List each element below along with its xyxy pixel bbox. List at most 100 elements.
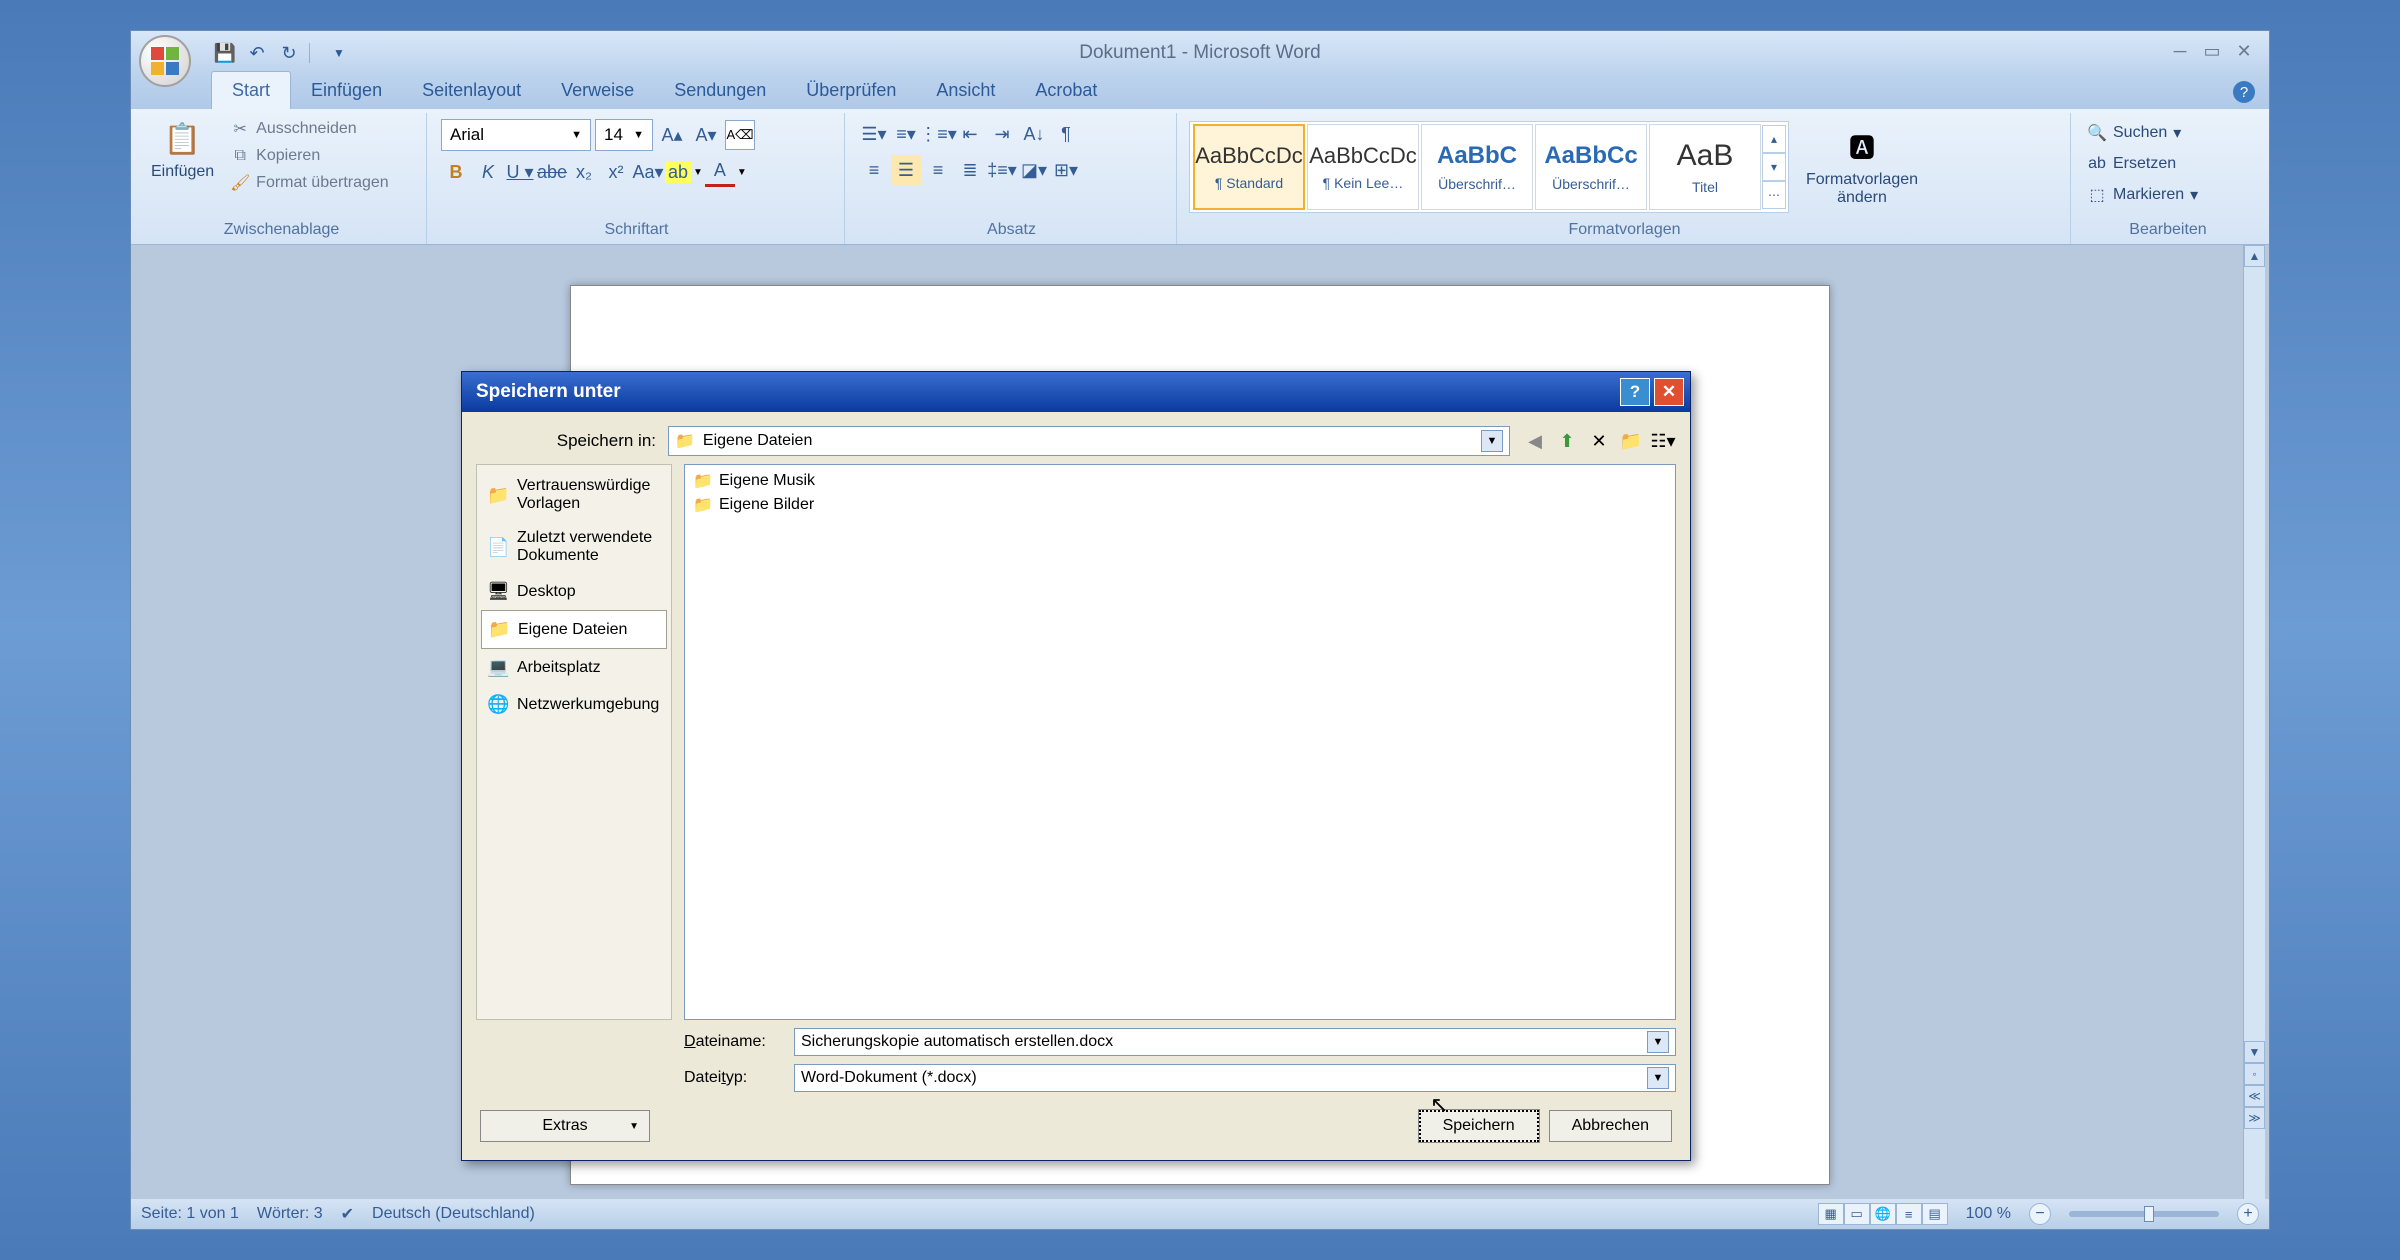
select-button[interactable]: ⬚Markieren ▾ [2083,183,2202,207]
style-scroll[interactable]: ▴▾⋯ [1762,125,1786,209]
bullet-list-button[interactable]: ☰▾ [859,119,889,149]
place-recent[interactable]: 📄Zuletzt verwendete Dokumente [481,521,667,573]
style-heading1[interactable]: AaBbCÜberschrif… [1421,124,1533,210]
clear-format-icon[interactable]: A⌫ [725,120,755,150]
proofing-icon[interactable]: ✔ [341,1204,354,1224]
browse-object-icon[interactable]: ◦ [2244,1063,2265,1085]
location-combo[interactable]: 📁 Eigene Dateien ▼ [668,426,1510,456]
show-marks-button[interactable]: ¶ [1051,119,1081,149]
justify-button[interactable]: ≣ [955,155,985,185]
dialog-close-button[interactable]: ✕ [1654,378,1684,406]
style-standard[interactable]: AaBbCcDc¶ Standard [1193,124,1305,210]
italic-button[interactable]: K [473,157,503,187]
view-draft[interactable]: ▤ [1922,1203,1948,1225]
sort-button[interactable]: A↓ [1019,119,1049,149]
place-my-documents[interactable]: 📁Eigene Dateien [481,610,667,649]
grow-font-icon[interactable]: A▴ [657,120,687,150]
copy-button[interactable]: ⧉Kopieren [226,145,393,167]
close-button[interactable]: ✕ [2231,41,2257,61]
style-no-spacing[interactable]: AaBbCcDc¶ Kein Lee… [1307,124,1419,210]
style-title[interactable]: AaBTitel [1649,124,1761,210]
strike-button[interactable]: abe [537,157,567,187]
views-icon[interactable]: ☷▾ [1650,428,1676,454]
office-button[interactable] [139,35,191,87]
tab-acrobat[interactable]: Acrobat [1015,72,1117,109]
zoom-level[interactable]: 100 % [1966,1205,2011,1223]
style-gallery[interactable]: AaBbCcDc¶ Standard AaBbCcDc¶ Kein Lee… A… [1189,121,1789,213]
view-print-layout[interactable]: ▦ [1818,1203,1844,1225]
place-trusted-templates[interactable]: 📁Vertrauenswürdige Vorlagen [481,469,667,521]
chevron-down-icon[interactable]: ▼ [1647,1067,1669,1089]
replace-button[interactable]: abErsetzen [2083,153,2202,175]
format-painter-button[interactable]: 🖌Format übertragen [226,171,393,195]
chevron-down-icon[interactable]: ▼ [1481,430,1503,452]
font-color-button[interactable]: A [705,157,735,187]
decrease-indent-button[interactable]: ⇤ [955,119,985,149]
align-right-button[interactable]: ≡ [923,155,953,185]
qat-customize-icon[interactable]: ▼ [325,41,353,65]
line-spacing-button[interactable]: ‡≡▾ [987,155,1017,185]
help-icon[interactable]: ? [2233,81,2255,103]
list-item[interactable]: 📁Eigene Musik [689,469,1671,493]
tab-review[interactable]: Überprüfen [786,72,916,109]
change-styles-button[interactable]: 🅰 Formatvorlagen ändern [1797,123,1927,211]
delete-icon[interactable]: ✕ [1586,428,1612,454]
status-language[interactable]: Deutsch (Deutschland) [372,1205,535,1223]
list-item[interactable]: 📁Eigene Bilder [689,493,1671,517]
cut-button[interactable]: ✂Ausschneiden [226,117,393,141]
redo-icon[interactable]: ↻ [275,41,303,65]
tab-page-layout[interactable]: Seitenlayout [402,72,541,109]
tab-view[interactable]: Ansicht [916,72,1015,109]
cancel-button[interactable]: Abbrechen [1549,1110,1672,1142]
filename-input[interactable]: Sicherungskopie automatisch erstellen.do… [794,1028,1676,1056]
status-page[interactable]: Seite: 1 von 1 [141,1205,239,1223]
dialog-help-button[interactable]: ? [1620,378,1650,406]
find-button[interactable]: 🔍Suchen ▾ [2083,121,2202,145]
font-size-combo[interactable]: 14▼ [595,119,653,151]
shading-button[interactable]: ◪▾ [1019,155,1049,185]
align-center-button[interactable]: ☰ [891,155,921,185]
number-list-button[interactable]: ≡▾ [891,119,921,149]
view-outline[interactable]: ≡ [1896,1203,1922,1225]
change-case-button[interactable]: Aa▾ [633,157,663,187]
tab-start[interactable]: Start [211,71,291,109]
align-left-button[interactable]: ≡ [859,155,889,185]
undo-icon[interactable]: ↶ [243,41,271,65]
paste-button[interactable]: 📋 Einfügen [143,115,222,185]
filetype-combo[interactable]: Word-Dokument (*.docx)▼ [794,1064,1676,1092]
tab-references[interactable]: Verweise [541,72,654,109]
new-folder-icon[interactable]: 📁 [1618,428,1644,454]
zoom-in-button[interactable]: + [2237,1203,2259,1225]
bold-button[interactable]: B [441,157,471,187]
minimize-button[interactable]: ─ [2167,41,2193,61]
place-computer[interactable]: 💻Arbeitsplatz [481,649,667,686]
scroll-down-icon[interactable]: ▼ [2244,1041,2265,1063]
file-list[interactable]: 📁Eigene Musik 📁Eigene Bilder [684,464,1676,1020]
back-icon[interactable]: ◀ [1522,428,1548,454]
multilevel-list-button[interactable]: ⋮≡▾ [923,119,953,149]
view-full-screen[interactable]: ▭ [1844,1203,1870,1225]
place-desktop[interactable]: 🖥Desktop [481,573,667,610]
superscript-button[interactable]: x² [601,157,631,187]
zoom-out-button[interactable]: − [2029,1203,2051,1225]
tab-mailings[interactable]: Sendungen [654,72,786,109]
highlight-button[interactable]: ab [665,161,691,183]
place-network[interactable]: 🌐Netzwerkumgebung [481,686,667,723]
extras-button[interactable]: Extras [480,1110,650,1142]
style-heading2[interactable]: AaBbCcÜberschrif… [1535,124,1647,210]
underline-button[interactable]: U ▾ [505,157,535,187]
next-page-icon[interactable]: ≫ [2244,1107,2265,1129]
borders-button[interactable]: ⊞▾ [1051,155,1081,185]
chevron-down-icon[interactable]: ▼ [1647,1031,1669,1053]
shrink-font-icon[interactable]: A▾ [691,120,721,150]
maximize-button[interactable]: ▭ [2199,41,2225,61]
zoom-slider[interactable] [2069,1211,2219,1217]
up-icon[interactable]: ⬆ [1554,428,1580,454]
font-name-combo[interactable]: Arial▼ [441,119,591,151]
view-web[interactable]: 🌐 [1870,1203,1896,1225]
scroll-up-icon[interactable]: ▲ [2244,245,2265,267]
tab-insert[interactable]: Einfügen [291,72,402,109]
increase-indent-button[interactable]: ⇥ [987,119,1017,149]
save-icon[interactable]: 💾 [211,41,239,65]
prev-page-icon[interactable]: ≪ [2244,1085,2265,1107]
